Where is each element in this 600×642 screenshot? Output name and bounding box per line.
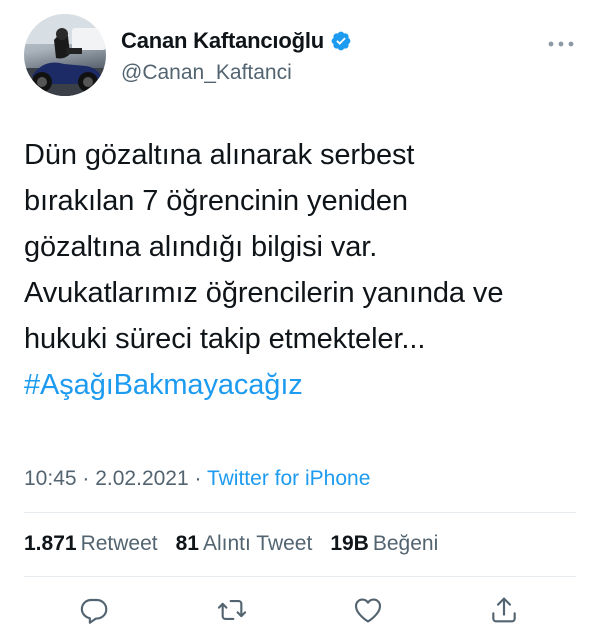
retweet-stat[interactable]: 1.871 Retweet bbox=[24, 532, 158, 556]
like-stat[interactable]: 19B Beğeni bbox=[330, 532, 438, 556]
retweet-count: 1.871 bbox=[24, 532, 77, 555]
name-row: Canan Kaftancıoğlu bbox=[121, 28, 352, 54]
avatar-photo bbox=[24, 14, 106, 96]
tweet-line: hukuki süreci takip etmekteler... bbox=[24, 323, 426, 355]
more-options-icon[interactable] bbox=[548, 36, 574, 47]
like-label: Beğeni bbox=[372, 532, 439, 555]
retweet-label: Retweet bbox=[80, 532, 158, 555]
like-icon[interactable] bbox=[352, 594, 384, 626]
tweet-stats: 1.871 Retweet 81 Alıntı Tweet 19B Beğeni bbox=[24, 532, 456, 556]
user-handle[interactable]: @Canan_Kaftanci bbox=[121, 61, 292, 85]
quote-count: 81 bbox=[175, 532, 199, 555]
tweet-line: Dün gözaltına alınarak serbest bbox=[24, 139, 415, 171]
action-bar bbox=[0, 594, 600, 630]
divider bbox=[24, 576, 576, 577]
reply-icon[interactable] bbox=[78, 594, 110, 626]
verified-badge-icon bbox=[330, 30, 352, 52]
tweet-line: gözaltına alındığı bilgisi var. bbox=[24, 231, 378, 263]
tweet-text: Dün gözaltına alınarak serbest bırakılan… bbox=[24, 132, 576, 408]
tweet-date[interactable]: 2.02.2021 bbox=[95, 467, 188, 490]
meta-separator: · bbox=[194, 467, 207, 490]
tweet-time[interactable]: 10:45 bbox=[24, 467, 77, 490]
hashtag-link[interactable]: #AşağıBakmayacağız bbox=[24, 362, 576, 408]
tweet-meta: 10:45 · 2.02.2021 · Twitter for iPhone bbox=[24, 467, 370, 491]
avatar[interactable] bbox=[24, 14, 106, 96]
display-name[interactable]: Canan Kaftancıoğlu bbox=[121, 28, 324, 54]
meta-separator: · bbox=[82, 467, 96, 490]
divider bbox=[24, 512, 576, 513]
tweet-header: Canan Kaftancıoğlu @Canan_Kaftanci bbox=[24, 14, 576, 98]
retweet-icon[interactable] bbox=[216, 594, 248, 626]
quote-stat[interactable]: 81 Alıntı Tweet bbox=[176, 532, 313, 556]
quote-label: Alıntı Tweet bbox=[202, 532, 313, 555]
share-icon[interactable] bbox=[488, 594, 520, 626]
tweet-line: bırakılan 7 öğrencinin yeniden bbox=[24, 185, 408, 217]
tweet-line: Avukatlarımız öğrencilerin yanında ve bbox=[24, 277, 504, 309]
tweet-source-link[interactable]: Twitter for iPhone bbox=[207, 467, 370, 490]
like-count: 19B bbox=[330, 532, 369, 555]
